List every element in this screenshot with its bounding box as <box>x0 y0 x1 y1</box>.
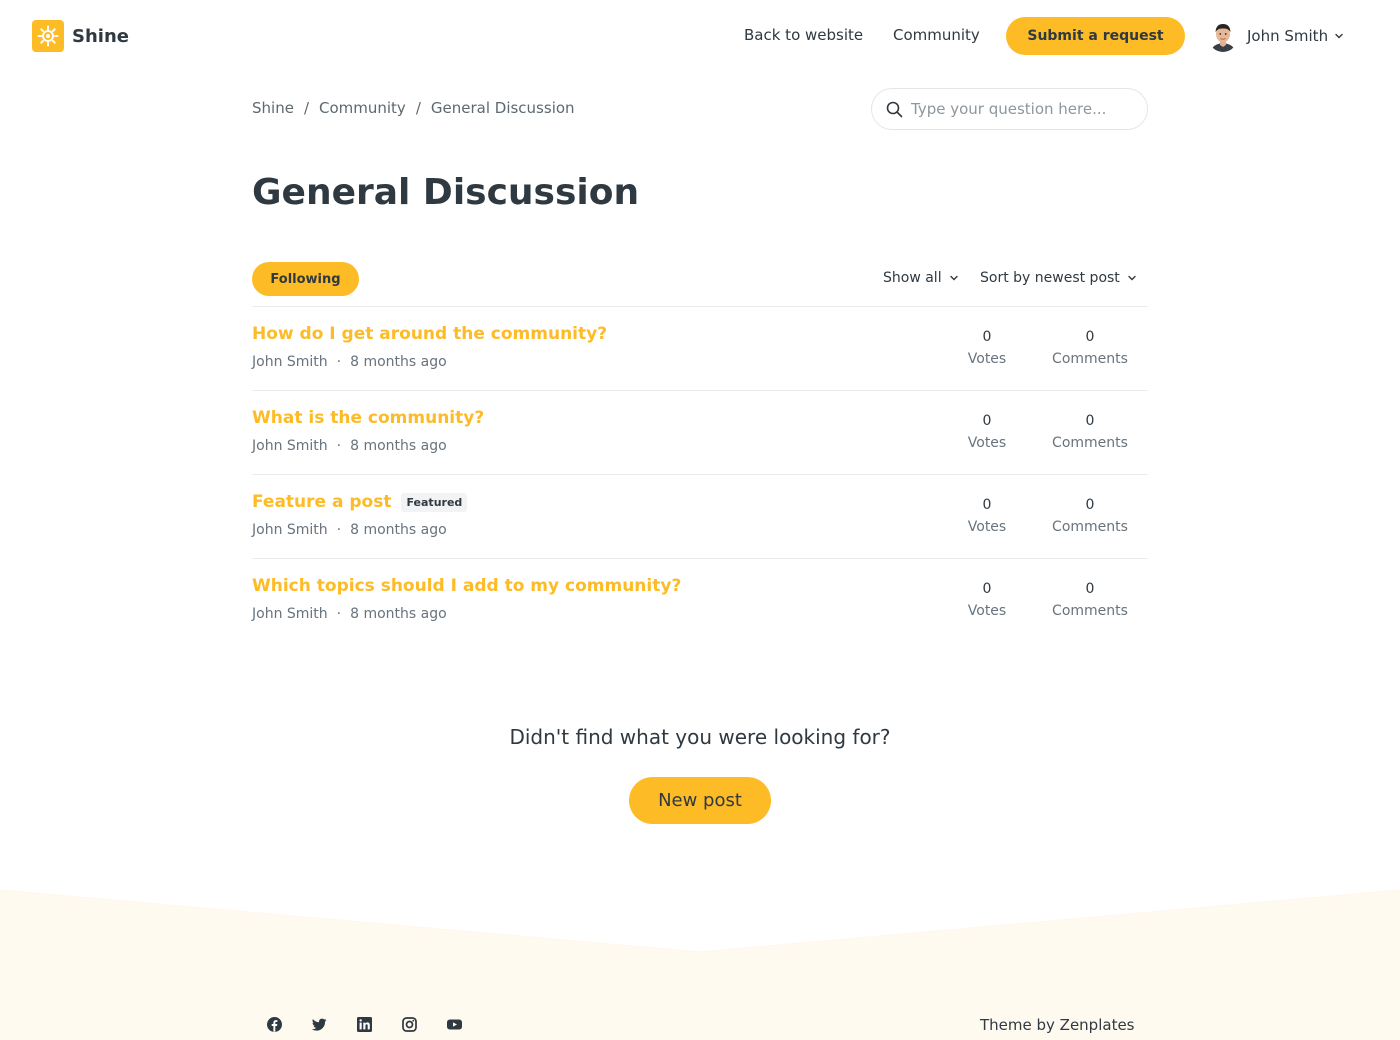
comments-label: Comments <box>1052 603 1128 619</box>
comments-count: 0 <box>1085 413 1095 429</box>
meta-separator: · <box>336 606 342 622</box>
avatar <box>1208 20 1238 52</box>
site-header: Shine Back to website Community Submit a… <box>0 0 1400 72</box>
post-votes: 0 Votes <box>956 495 1018 539</box>
theme-credit: Theme by Zenplates <box>980 1016 1135 1034</box>
chevron-down-icon <box>1128 275 1136 281</box>
comments-count: 0 <box>1085 581 1095 597</box>
new-post-button[interactable]: New post <box>629 777 771 824</box>
breadcrumb-item-community[interactable]: Community <box>319 99 406 117</box>
footer-background <box>0 889 1400 1040</box>
breadcrumb-separator: / <box>303 99 309 117</box>
facebook-icon[interactable] <box>266 1016 283 1033</box>
post-item: How do I get around the community? John … <box>252 306 1148 390</box>
votes-label: Votes <box>967 435 1007 451</box>
post-meta: John Smith · 8 months ago <box>252 354 447 370</box>
post-time: 8 months ago <box>350 354 447 370</box>
sort-filter-label: Sort by newest post <box>980 270 1120 286</box>
post-author: John Smith <box>252 354 328 370</box>
post-comments: 0 Comments <box>1040 495 1140 539</box>
post-comments: 0 Comments <box>1040 327 1140 371</box>
comments-label: Comments <box>1052 435 1128 451</box>
breadcrumb-item-general-discussion[interactable]: General Discussion <box>431 99 575 117</box>
post-meta: John Smith · 8 months ago <box>252 522 447 538</box>
post-comments: 0 Comments <box>1040 411 1140 455</box>
chevron-down-icon <box>949 275 958 281</box>
post-time: 8 months ago <box>350 522 447 538</box>
post-item: Feature a post Featured John Smith · 8 mon… <box>252 474 1148 558</box>
post-title-link[interactable]: How do I get around the community? <box>252 324 607 344</box>
chevron-down-icon <box>1335 33 1343 39</box>
votes-count: 0 <box>982 413 992 429</box>
breadcrumb: Shine / Community / General Discussion <box>252 99 575 117</box>
post-votes: 0 Votes <box>956 579 1018 623</box>
votes-count: 0 <box>982 329 992 345</box>
page-title: General Discussion <box>252 172 640 213</box>
votes-label: Votes <box>967 603 1007 619</box>
post-list: How do I get around the community? John … <box>252 306 1148 642</box>
comments-label: Comments <box>1052 351 1128 367</box>
featured-badge: Featured <box>401 492 468 512</box>
post-meta: John Smith · 8 months ago <box>252 606 447 622</box>
user-menu[interactable]: John Smith <box>1208 20 1344 52</box>
sun-icon <box>32 20 64 52</box>
linkedin-icon[interactable] <box>356 1016 373 1033</box>
community-nav-link[interactable]: Community <box>893 26 980 44</box>
post-comments: 0 Comments <box>1040 579 1140 623</box>
show-filter-dropdown[interactable]: Show all <box>883 270 959 286</box>
submit-request-button[interactable]: Submit a request <box>1006 17 1185 55</box>
post-title-wrap: What is the community? <box>252 408 484 428</box>
votes-count: 0 <box>982 497 992 513</box>
post-votes: 0 Votes <box>956 411 1018 455</box>
comments-count: 0 <box>1085 329 1095 345</box>
post-author: John Smith <box>252 522 328 538</box>
sort-filter-dropdown[interactable]: Sort by newest post <box>980 270 1137 286</box>
comments-count: 0 <box>1085 497 1095 513</box>
post-author: John Smith <box>252 606 328 622</box>
cta-text: Didn't find what you were looking for? <box>509 725 891 749</box>
youtube-icon[interactable] <box>446 1016 463 1033</box>
search-icon <box>886 101 903 117</box>
votes-label: Votes <box>967 519 1007 535</box>
post-title-wrap: How do I get around the community? <box>252 324 607 344</box>
search-box <box>871 88 1148 130</box>
post-title-link[interactable]: Feature a post <box>252 492 391 512</box>
show-filter-label: Show all <box>883 270 942 286</box>
post-item: What is the community? John Smith · 8 mont… <box>252 390 1148 474</box>
post-time: 8 months ago <box>350 606 447 622</box>
post-votes: 0 Votes <box>956 327 1018 371</box>
back-to-website-link[interactable]: Back to website <box>744 26 863 44</box>
votes-label: Votes <box>967 351 1007 367</box>
post-item: Which topics should I add to my communit… <box>252 558 1148 642</box>
post-author: John Smith <box>252 438 328 454</box>
post-title-link[interactable]: Which topics should I add to my communit… <box>252 576 681 596</box>
post-title-wrap: Which topics should I add to my communit… <box>252 576 681 596</box>
brand-logo[interactable]: Shine <box>32 20 129 52</box>
comments-label: Comments <box>1052 519 1128 535</box>
post-time: 8 months ago <box>350 438 447 454</box>
meta-separator: · <box>336 354 342 370</box>
brand-name: Shine <box>72 25 129 47</box>
meta-separator: · <box>336 522 342 538</box>
votes-count: 0 <box>982 581 992 597</box>
post-title-wrap: Feature a post Featured <box>252 492 468 512</box>
twitter-icon[interactable] <box>311 1016 328 1033</box>
breadcrumb-item-shine[interactable]: Shine <box>252 99 294 117</box>
search-input[interactable] <box>911 100 1131 118</box>
user-name: John Smith <box>1247 27 1329 45</box>
breadcrumb-separator: / <box>415 99 421 117</box>
post-title-link[interactable]: What is the community? <box>252 408 484 428</box>
social-links <box>266 1016 491 1033</box>
instagram-icon[interactable] <box>401 1016 418 1033</box>
meta-separator: · <box>336 438 342 454</box>
post-meta: John Smith · 8 months ago <box>252 438 447 454</box>
following-button[interactable]: Following <box>252 262 359 296</box>
